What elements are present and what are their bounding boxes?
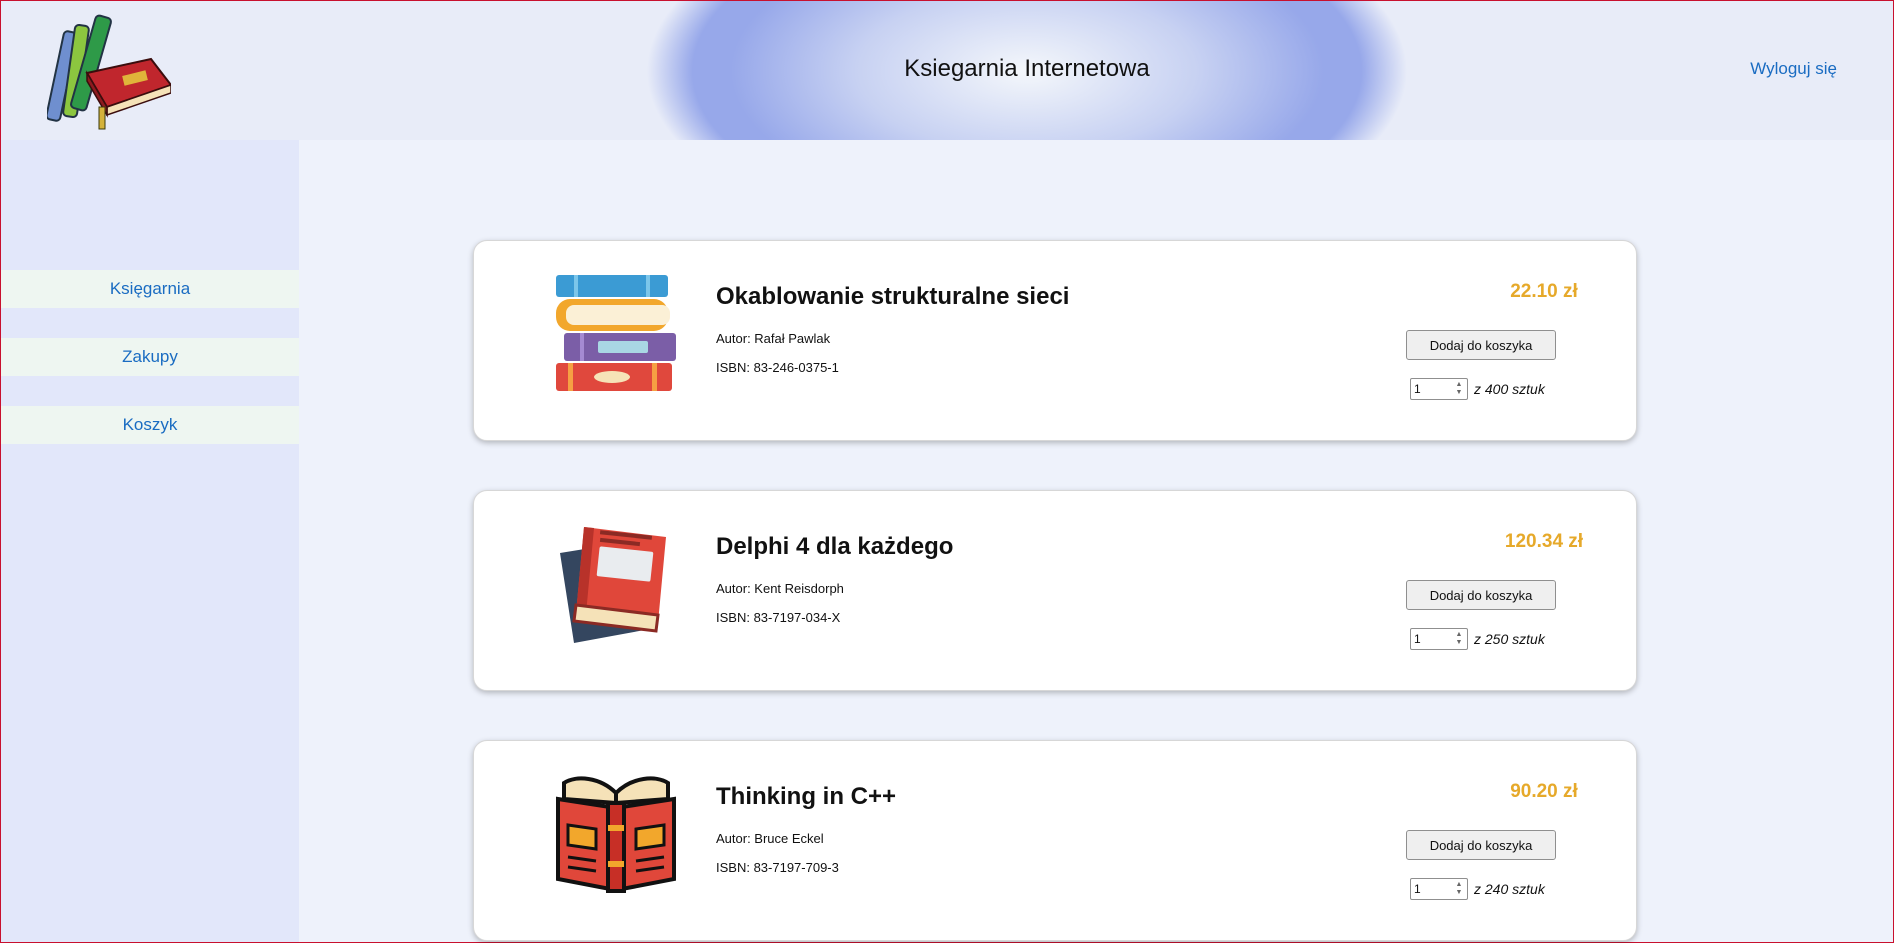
logout-link[interactable]: Wyloguj się: [1750, 59, 1837, 79]
sidebar-item-zakupy[interactable]: Zakupy: [1, 338, 299, 376]
stock-count: z 250 sztuk: [1474, 631, 1545, 647]
spinner-arrows-icon[interactable]: ▲ ▼: [1453, 881, 1465, 897]
sidebar-item-koszyk[interactable]: Koszyk: [1, 406, 299, 444]
site-title: Ksiegarnia Internetowa: [904, 55, 1150, 82]
spinner-arrows-icon[interactable]: ▲ ▼: [1453, 381, 1465, 397]
add-to-cart-button[interactable]: Dodaj do koszyka: [1406, 580, 1556, 610]
sidebar-item-ksiegarnia[interactable]: Księgarnia: [1, 270, 299, 308]
book-isbn: ISBN: 83-7197-034-X: [716, 610, 841, 625]
quantity-stepper[interactable]: ▲▼: [1410, 628, 1468, 650]
red-book-icon: [560, 527, 666, 643]
book-title: Delphi 4 dla każdego: [716, 533, 954, 560]
open-book-icon: [556, 776, 676, 893]
quantity-input[interactable]: [1414, 881, 1448, 897]
book-card: Okablowanie strukturalne sieci Autor: Ra…: [473, 240, 1637, 441]
book-title: Thinking in C++: [716, 783, 897, 810]
spinner-arrows-icon[interactable]: ▲ ▼: [1453, 631, 1465, 647]
quantity-input[interactable]: [1414, 381, 1448, 397]
book-price: 22.10 zł: [1510, 281, 1578, 302]
book-isbn: ISBN: 83-7197-709-3: [716, 860, 839, 875]
quantity-stepper[interactable]: ▲▼: [1410, 878, 1468, 900]
book-card: Delphi 4 dla każdego Autor: Kent Reisdor…: [473, 490, 1637, 691]
book-isbn: ISBN: 83-246-0375-1: [716, 360, 839, 375]
book-author: Autor: Kent Reisdorph: [716, 581, 844, 596]
stock-count: z 240 sztuk: [1474, 881, 1545, 897]
book-price: 120.34 zł: [1504, 531, 1584, 552]
header: Ksiegarnia Internetowa Wyloguj się: [1, 1, 1893, 140]
stacked-books-icon: [556, 275, 676, 391]
stock-count: z 400 sztuk: [1474, 381, 1545, 397]
book-price: 90.20 zł: [1510, 781, 1578, 802]
book-card: Thinking in C++ Autor: Bruce Eckel ISBN:…: [473, 740, 1637, 941]
book-title: Okablowanie strukturalne sieci: [716, 283, 1070, 310]
book-author: Autor: Bruce Eckel: [716, 831, 824, 846]
book-author: Autor: Rafał Pawlak: [716, 331, 831, 346]
quantity-input[interactable]: [1414, 631, 1448, 647]
sidebar: Księgarnia Zakupy Koszyk: [1, 140, 299, 942]
quantity-stepper[interactable]: ▲▼: [1410, 378, 1468, 400]
add-to-cart-button[interactable]: Dodaj do koszyka: [1406, 330, 1556, 360]
add-to-cart-button[interactable]: Dodaj do koszyka: [1406, 830, 1556, 860]
